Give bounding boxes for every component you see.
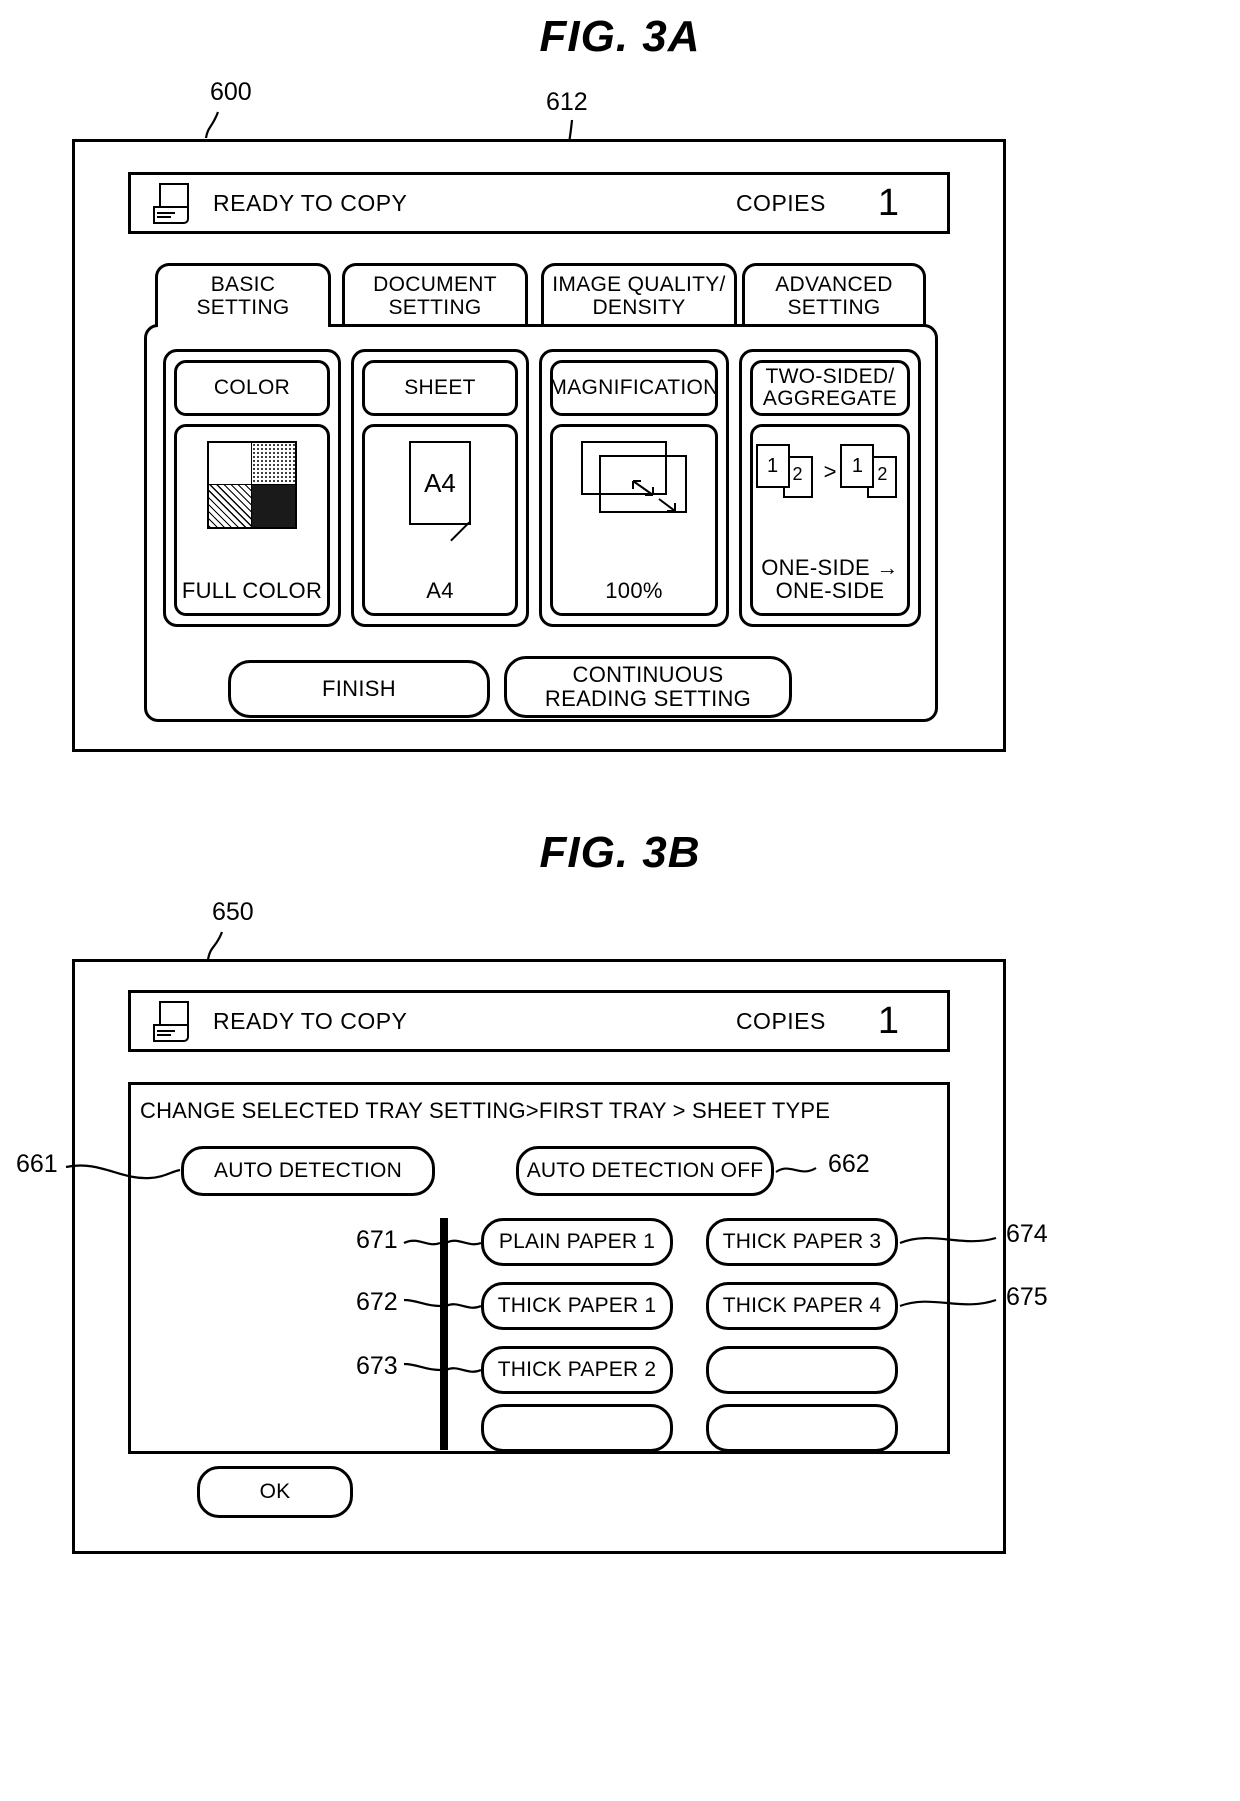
card-magnification-header[interactable]: MAGNIFICATION bbox=[549, 360, 719, 416]
reference-numeral-675: 675 bbox=[1006, 1283, 1048, 1311]
figure-3b-title: FIG. 3B bbox=[539, 828, 701, 877]
color-quadrant-icon bbox=[207, 441, 297, 529]
ok-button[interactable]: OK bbox=[197, 1466, 353, 1518]
reference-numeral-672: 672 bbox=[356, 1288, 398, 1316]
paper-button-thick-paper-1[interactable]: THICK PAPER 1 bbox=[481, 1282, 673, 1330]
figure-3a-title: FIG. 3A bbox=[539, 12, 701, 61]
auto-detection-off-label: AUTO DETECTION OFF bbox=[526, 1159, 764, 1182]
reference-numeral-671: 671 bbox=[356, 1226, 398, 1254]
card-sheet-header-label: SHEET bbox=[404, 375, 476, 399]
status-bar-3b: READY TO COPY COPIES 1 bbox=[128, 990, 950, 1052]
printer-icon bbox=[151, 182, 191, 224]
paper-button-plain-paper-1-label: PLAIN PAPER 1 bbox=[498, 1230, 656, 1253]
page-pair-left: 1 2 bbox=[755, 444, 820, 500]
card-magnification-body[interactable]: 100% bbox=[550, 424, 718, 616]
card-color-header-label: COLOR bbox=[213, 375, 291, 399]
tab-basic-setting[interactable]: BASIC SETTING bbox=[155, 263, 331, 327]
card-two-sided-value: ONE-SIDE → ONE-SIDE bbox=[761, 554, 899, 604]
status-message: READY TO COPY bbox=[213, 189, 408, 216]
card-sheet-header[interactable]: SHEET bbox=[362, 360, 518, 416]
tab-image-quality-density[interactable]: IMAGE QUALITY/DENSITY bbox=[541, 263, 737, 327]
paper-button-thick-paper-4[interactable]: THICK PAPER 4 bbox=[706, 1282, 898, 1330]
status-message: READY TO COPY bbox=[213, 1007, 408, 1034]
reference-numeral-673: 673 bbox=[356, 1352, 398, 1380]
card-sheet[interactable]: SHEET A4 A4 bbox=[351, 349, 529, 627]
status-bar-3a: READY TO COPY COPIES 1 bbox=[128, 172, 950, 234]
auto-detection-label: AUTO DETECTION bbox=[214, 1159, 402, 1182]
tab-advanced-setting-label: ADVANCED SETTING bbox=[775, 272, 893, 319]
tab-image-quality-density-label: IMAGE QUALITY/DENSITY bbox=[552, 272, 726, 319]
paper-button-thick-paper-3[interactable]: THICK PAPER 3 bbox=[706, 1218, 898, 1266]
paper-button-thick-paper-3-label: THICK PAPER 3 bbox=[722, 1230, 882, 1253]
paper-button-empty-right-2[interactable] bbox=[706, 1404, 898, 1452]
arrow-separator: > bbox=[823, 459, 837, 484]
breadcrumb: CHANGE SELECTED TRAY SETTING>FIRST TRAY … bbox=[140, 1098, 831, 1123]
card-color-header[interactable]: COLOR bbox=[174, 360, 330, 416]
paper-button-thick-paper-1-label: THICK PAPER 1 bbox=[497, 1294, 657, 1317]
copies-value: 1 bbox=[877, 999, 899, 1042]
copies-label: COPIES bbox=[735, 189, 826, 216]
card-sheet-value: A4 bbox=[426, 578, 454, 604]
card-color-value: FULL COLOR bbox=[181, 578, 323, 604]
tab-document-setting[interactable]: DOCUMENT SETTING bbox=[342, 263, 528, 327]
finish-button-label: FINISH bbox=[322, 675, 396, 701]
card-color-body[interactable]: FULL COLOR bbox=[174, 424, 330, 616]
paper-button-thick-paper-2[interactable]: THICK PAPER 2 bbox=[481, 1346, 673, 1394]
auto-detection-button[interactable]: AUTO DETECTION bbox=[181, 1146, 435, 1196]
card-sheet-body[interactable]: A4 A4 bbox=[362, 424, 518, 616]
copies-label: COPIES bbox=[735, 1007, 826, 1034]
card-two-sided-aggregate[interactable]: TWO-SIDED/AGGREGATE 1 2 > 1 2 ONE-SIDE →… bbox=[739, 349, 921, 627]
bracket-group-marker bbox=[440, 1218, 448, 1450]
reference-numeral-661: 661 bbox=[16, 1150, 58, 1178]
card-two-sided-header[interactable]: TWO-SIDED/AGGREGATE bbox=[750, 360, 910, 416]
tab-advanced-setting[interactable]: ADVANCED SETTING bbox=[742, 263, 926, 327]
page-pair-right: 1 2 bbox=[840, 444, 904, 500]
tab-document-setting-label: DOCUMENT SETTING bbox=[373, 272, 497, 319]
finish-button[interactable]: FINISH bbox=[228, 660, 490, 718]
paper-button-thick-paper-2-label: THICK PAPER 2 bbox=[497, 1358, 657, 1381]
paper-button-plain-paper-1[interactable]: PLAIN PAPER 1 bbox=[481, 1218, 673, 1266]
reference-numeral-650: 650 bbox=[212, 898, 254, 926]
card-magnification-value: 100% bbox=[605, 578, 663, 604]
continuous-reading-setting-label: CONTINUOUS READING SETTING bbox=[544, 661, 752, 711]
auto-detection-off-button[interactable]: AUTO DETECTION OFF bbox=[516, 1146, 774, 1196]
a4-sheet-icon-label: A4 bbox=[424, 467, 456, 498]
reference-numeral-600: 600 bbox=[210, 78, 252, 106]
card-magnification-header-label: MAGNIFICATION bbox=[549, 375, 719, 399]
a4-sheet-icon: A4 bbox=[409, 441, 471, 542]
ok-button-label: OK bbox=[259, 1480, 291, 1503]
paper-button-empty-left[interactable] bbox=[481, 1404, 673, 1452]
reference-numeral-674: 674 bbox=[1006, 1220, 1048, 1248]
card-two-sided-body[interactable]: 1 2 > 1 2 ONE-SIDE → ONE-SIDE bbox=[750, 424, 910, 616]
paper-button-empty-right-1[interactable] bbox=[706, 1346, 898, 1394]
card-color[interactable]: COLOR FULL COLOR bbox=[163, 349, 341, 627]
reference-numeral-612: 612 bbox=[546, 88, 588, 116]
magnification-icon bbox=[581, 441, 687, 513]
tab-basic-setting-label: BASIC SETTING bbox=[196, 272, 290, 319]
active-tab-merge-mask bbox=[160, 322, 326, 330]
copies-value: 1 bbox=[877, 181, 899, 224]
card-magnification[interactable]: MAGNIFICATION 100% bbox=[539, 349, 729, 627]
two-sided-icon: 1 2 > 1 2 bbox=[746, 441, 914, 503]
card-two-sided-header-label: TWO-SIDED/AGGREGATE bbox=[762, 364, 898, 410]
paper-button-thick-paper-4-label: THICK PAPER 4 bbox=[722, 1294, 882, 1317]
printer-icon bbox=[151, 1000, 191, 1042]
reference-numeral-662: 662 bbox=[828, 1150, 870, 1178]
sheet-type-selection-panel bbox=[128, 1082, 950, 1454]
continuous-reading-setting-button[interactable]: CONTINUOUS READING SETTING bbox=[504, 656, 792, 718]
